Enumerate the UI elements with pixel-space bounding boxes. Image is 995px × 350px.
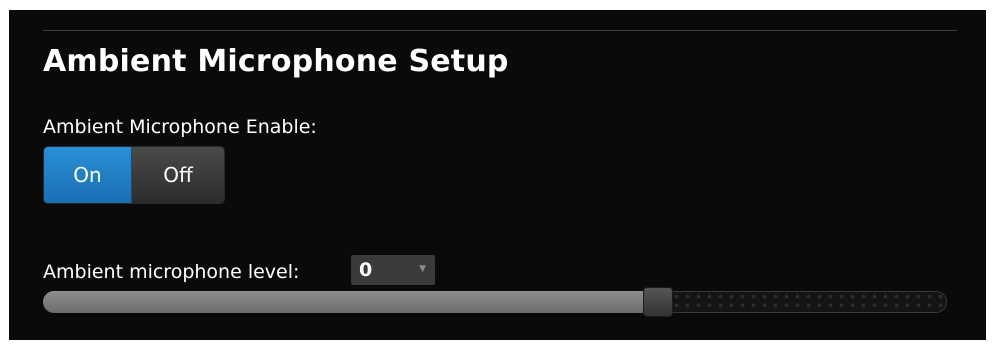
level-slider[interactable]: [43, 287, 947, 317]
section-divider: [43, 30, 957, 31]
level-select-value: 0: [359, 259, 373, 281]
on-button[interactable]: On: [44, 147, 132, 203]
off-button[interactable]: Off: [132, 147, 224, 203]
enable-label: Ambient Microphone Enable:: [43, 116, 317, 138]
slider-fill: [43, 291, 658, 313]
level-label: Ambient microphone level:: [43, 261, 300, 283]
page-title: Ambient Microphone Setup: [43, 44, 509, 79]
enable-toggle: On Off: [43, 146, 225, 204]
level-select[interactable]: 0 ▼: [351, 255, 435, 285]
chevron-down-icon: ▼: [419, 264, 426, 274]
slider-handle[interactable]: [642, 287, 673, 317]
ambient-microphone-panel: Ambient Microphone Setup Ambient Microph…: [9, 10, 986, 340]
